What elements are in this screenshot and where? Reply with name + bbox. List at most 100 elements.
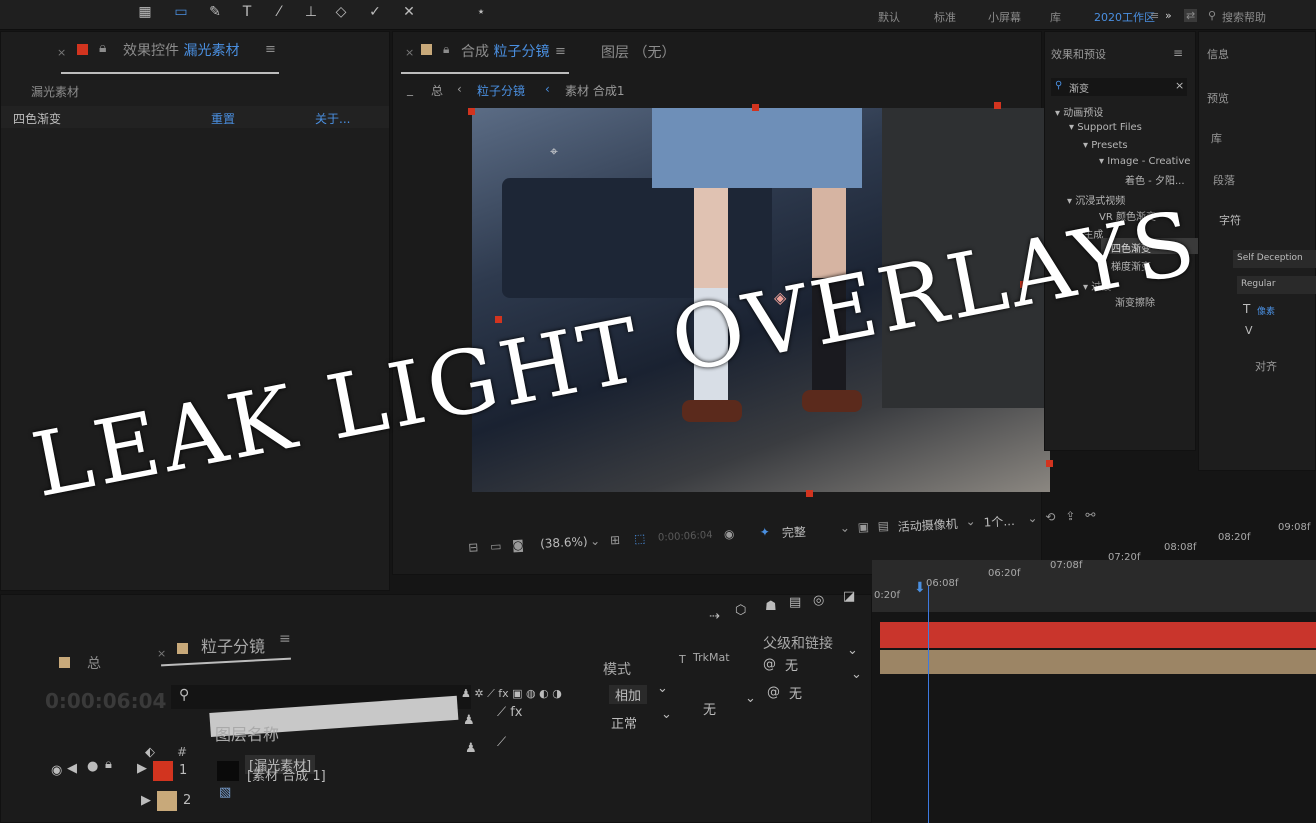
nav-current[interactable]: 粒子分镜 — [477, 82, 525, 99]
align-panel-tab[interactable]: 对齐 — [1255, 358, 1277, 374]
character-panel-tab[interactable]: 字符 — [1219, 212, 1241, 228]
layer2-name[interactable]: [素材 合成 1] — [247, 765, 326, 784]
sync-icon[interactable]: ⇄ — [1184, 9, 1198, 22]
resolution-dropdown[interactable]: 完整 — [781, 523, 807, 541]
layer1-track-bar[interactable] — [880, 622, 1316, 648]
font-size-value[interactable]: 像素 — [1257, 304, 1275, 317]
layer2-label-color[interactable] — [157, 791, 177, 811]
nav-child[interactable]: 素材 合成1 — [565, 82, 624, 99]
layer2-pickwhip-icon[interactable]: @ — [767, 685, 780, 700]
fx-item-sunset[interactable]: 着色 - 夕阳... — [1125, 172, 1185, 187]
layer2-shy-switch[interactable]: ♟ — [465, 741, 477, 756]
layer1-mode-chevron-icon[interactable]: ⌄ — [657, 681, 668, 696]
camera-chevron-icon[interactable]: ⌄ — [965, 514, 976, 529]
timeline-tab-root[interactable]: 总 — [87, 653, 101, 673]
label-icon[interactable]: ⬖ — [145, 745, 155, 760]
layer2-parent-dropdown[interactable]: 无 — [789, 683, 802, 702]
library-panel-tab[interactable]: 库 — [1211, 130, 1222, 146]
viewer-timecode[interactable]: 0:00:06:04 — [658, 530, 713, 544]
solo-icon[interactable]: ● — [87, 759, 98, 774]
layer2-quality-switch[interactable]: ⟋ — [497, 735, 506, 750]
always-preview-icon[interactable]: ⊟ — [468, 540, 479, 555]
flowchart-icon[interactable]: ⚯ — [1085, 508, 1096, 523]
overflow-icon[interactable]: » — [1165, 9, 1172, 22]
roto-brush-icon[interactable]: ✓ — [364, 3, 386, 21]
layer1-fx-switch[interactable]: ⟋ fx — [497, 705, 523, 720]
playhead-marker-icon[interactable]: ⬇ — [914, 580, 926, 596]
paragraph-panel-tab[interactable]: 段落 — [1213, 172, 1235, 188]
camera-dropdown[interactable]: 活动摄像机 — [897, 515, 958, 535]
help-search-input[interactable]: 搜索帮助 — [1222, 9, 1266, 25]
layer2-trkmat-dropdown[interactable]: 无 — [703, 699, 716, 718]
layer2-expand-icon[interactable]: ▶ — [141, 793, 151, 808]
layer2-track-bar[interactable] — [880, 650, 1316, 674]
effect-controls-tab[interactable]: 效果控件 漏光素材 — [123, 40, 239, 60]
frame-blending-icon[interactable]: ▤ — [789, 595, 801, 610]
timeline-timecode[interactable]: 0:00:06:04 — [45, 689, 166, 713]
brush-tool-icon[interactable]: ⁄ — [268, 3, 290, 21]
close-tab-icon[interactable]: × — [405, 46, 414, 59]
panel-menu-icon[interactable]: ≡ — [279, 631, 291, 647]
workspace-small-screen[interactable]: 小屏幕 — [988, 9, 1021, 25]
pen-tool-icon[interactable]: ✎ — [204, 3, 226, 21]
lock-icon[interactable]: 🔒︎ — [99, 40, 106, 56]
nav-lock-icon[interactable]: _ — [407, 82, 413, 96]
workspace-standard[interactable]: 标准 — [934, 9, 956, 25]
layer1-parent-chevron-icon[interactable]: ⌄ — [847, 643, 858, 658]
layer1-shy-switch[interactable]: ♟ — [463, 713, 475, 728]
motion-blur-icon[interactable]: ◎ — [813, 593, 824, 608]
search-icon[interactable]: ⚲ — [1208, 9, 1216, 22]
workspace-default[interactable]: 默认 — [878, 9, 900, 25]
camera-tool-icon[interactable]: ▦ — [134, 3, 156, 21]
lock-icon[interactable]: 🔒︎ — [105, 757, 112, 772]
timeline-tab-active[interactable]: 粒子分镜 — [201, 633, 265, 657]
mask-icon[interactable]: ◙ — [512, 538, 524, 553]
eye-icon[interactable]: ◉ — [51, 763, 62, 778]
clear-search-icon[interactable]: × — [1175, 79, 1184, 92]
close-tab-icon[interactable]: × — [57, 46, 66, 59]
zoom-chevron-icon[interactable]: ⌄ — [590, 534, 601, 549]
comp-mini-flowchart-icon[interactable]: ⇢ — [709, 609, 720, 624]
color-channel-icon[interactable]: ✦ — [759, 525, 770, 540]
fx-folder-presets[interactable]: ▾ Presets — [1083, 140, 1128, 151]
layer-viewer-tab[interactable]: 图层 （无） — [601, 42, 675, 62]
draft-3d-icon[interactable]: ⬡ — [735, 603, 746, 618]
bounding-handle-tr[interactable] — [994, 102, 1001, 109]
zoom-dropdown[interactable]: (38.6%) — [540, 534, 588, 550]
snapshot-icon[interactable]: ◉ — [724, 527, 735, 542]
bounding-handle-br[interactable] — [1046, 460, 1053, 467]
eraser-tool-icon[interactable]: ◇ — [330, 3, 352, 21]
graph-editor-icon[interactable]: ◪ — [843, 589, 855, 604]
workspace-library[interactable]: 库 — [1050, 9, 1061, 25]
panel-menu-icon[interactable]: ≡ — [1173, 46, 1183, 60]
panel-menu-icon[interactable]: ≡ — [265, 42, 276, 57]
shy-layers-icon[interactable]: ☗ — [765, 599, 777, 614]
nav-back-icon[interactable]: ‹ — [457, 82, 462, 96]
views-chevron-icon[interactable]: ⌄ — [1027, 511, 1038, 526]
workspace-2020[interactable]: 2020工作区 — [1094, 9, 1155, 25]
workspace-menu-icon[interactable]: ≡ — [1150, 9, 1159, 22]
resolution-chevron-icon[interactable]: ⌄ — [839, 521, 850, 536]
lock-icon[interactable]: 🔒︎ — [443, 42, 449, 57]
preview-panel-tab[interactable]: 预览 — [1207, 90, 1229, 106]
col-layer-name[interactable]: 图层名称 — [215, 721, 279, 745]
snapping-icon[interactable]: ⋆ — [470, 3, 492, 21]
font-family-dropdown[interactable]: Self Deception — [1233, 250, 1316, 268]
layer1-parent-dropdown[interactable]: 无 — [785, 655, 798, 674]
clone-stamp-icon[interactable]: ⊥ — [300, 3, 322, 21]
effect-row[interactable]: 四色渐变 重置 关于... — [1, 106, 389, 128]
share-icon[interactable]: ⇪ — [1065, 509, 1076, 524]
layer1-label-color[interactable] — [153, 761, 173, 781]
bounding-handle-ml[interactable] — [495, 316, 502, 323]
layer2-parent-chevron-icon[interactable]: ⌄ — [851, 667, 862, 682]
time-ruler[interactable]: 0:20f 06:08f 06:20f 07:08f 07:20f 08:08f… — [872, 522, 1316, 612]
effects-search-input[interactable]: ⚲ 渐变 × — [1051, 78, 1187, 96]
layer2-mode-dropdown[interactable]: 正常 — [611, 713, 637, 732]
layer1-mode-dropdown[interactable]: 相加 — [609, 685, 648, 704]
region-icon[interactable]: ⬚ — [634, 531, 646, 546]
nav-root[interactable]: 总 — [431, 82, 443, 99]
reset-link[interactable]: 重置 — [211, 110, 235, 127]
fx-folder-support-files[interactable]: ▾ Support Files — [1069, 122, 1142, 133]
audio-icon[interactable]: ◀ — [67, 761, 77, 776]
text-tool-icon[interactable]: T — [236, 3, 258, 21]
